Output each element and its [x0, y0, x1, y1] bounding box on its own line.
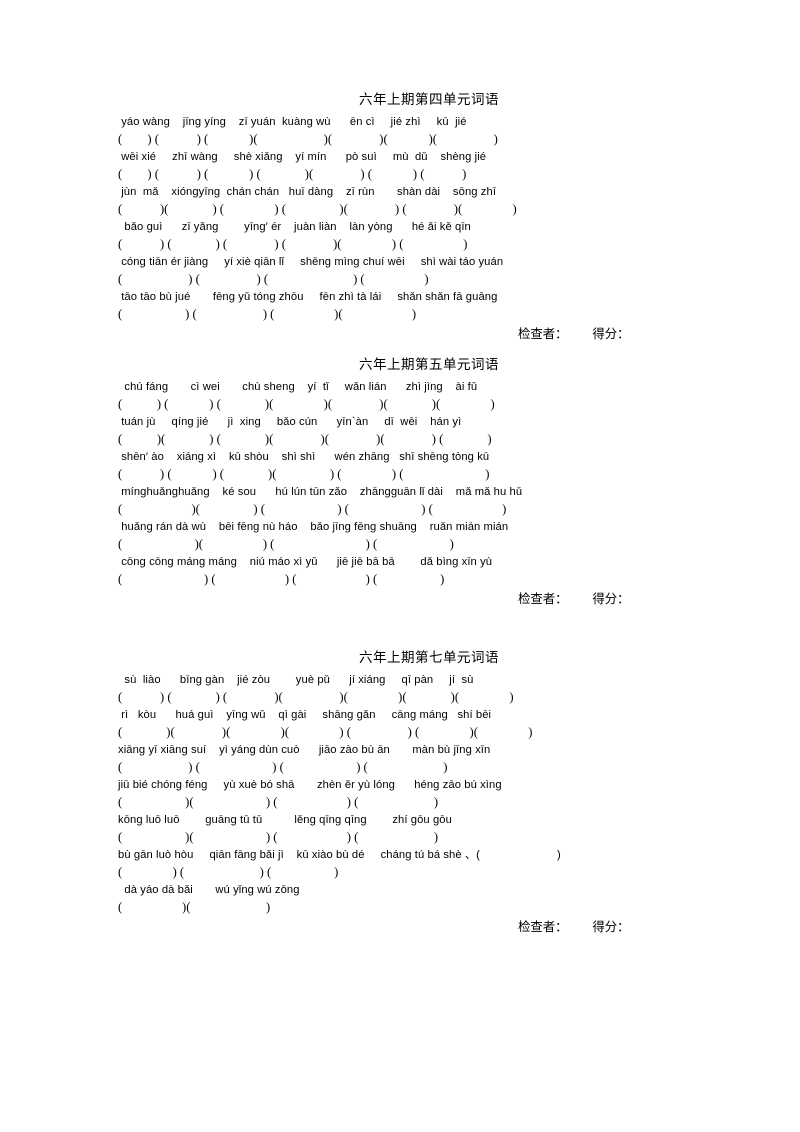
answer-blank-row[interactable]: ( ) ( ) ( )	[118, 864, 682, 883]
section-title: 六年上期第五单元词语	[359, 357, 499, 372]
pinyin-row: tāo tāo bù jué fēng yǔ tóng zhōu fēn zhì…	[118, 291, 498, 303]
sections-container: 六年上期第四单元词语 yáo wàng jīng yíng zī yuán ku…	[118, 88, 682, 974]
pinyin-row: shēn′ ào xiáng xì kū shòu shì shì wén zh…	[118, 451, 490, 463]
answer-blank-row[interactable]: ( ) ( ) ( )( ) ( ) ( )	[118, 466, 682, 485]
answer-blank-row[interactable]: ( )( ) ( ) ( )( ) ( )( )	[118, 201, 682, 220]
pinyin-row: chú fáng cì wei chù sheng yí tǐ wǎn lián…	[118, 381, 478, 393]
section-title: 六年上期第七单元词语	[359, 650, 499, 665]
checker-label: 检查者：	[518, 920, 568, 934]
answer-blank-row[interactable]: ( )( )( )( ) ( ) ( )( )	[118, 724, 682, 743]
pinyin-row: kōng luō luō guāng tū tū lěng qīng qīng …	[118, 814, 452, 826]
answer-blank-row[interactable]: ( )( ) ( ) ( )	[118, 794, 682, 813]
pinyin-row: tuán jù qíng jié jì xing bǎo cún yīn`àn …	[118, 416, 462, 428]
answer-blank-row[interactable]: ( ) ( ) ( ) ( )( ) ( ) ( )	[118, 166, 682, 185]
pinyin-row: bù gān luò hòu qiān fāng bǎi jì kū xiào …	[118, 849, 561, 861]
section-title: 六年上期第四单元词语	[359, 92, 499, 107]
pinyin-row: yáo wàng jīng yíng zī yuán kuàng wù ēn c…	[118, 116, 467, 128]
answer-blank-row[interactable]: ( ) ( ) ( ) ( )( ) ( )	[118, 236, 682, 255]
answer-blank-row[interactable]: ( )( ) ( )( )( )( ) ( )	[118, 431, 682, 450]
worksheet-page: 六年上期第四单元词语 yáo wàng jīng yíng zī yuán ku…	[0, 0, 800, 1132]
pinyin-row: huǎng rán dà wù bēi fēng nù háo bǎo jīng…	[118, 521, 509, 533]
answer-blank-row[interactable]: ( ) ( ) ( )( )( )( )( )	[118, 689, 682, 708]
pinyin-row: rì kòu huá guì yīng wǔ qì gài shāng gǎn …	[118, 709, 492, 721]
section-footer: 检查者： 得分：	[118, 590, 682, 612]
checker-label: 检查者：	[518, 327, 568, 341]
checker-blank[interactable]	[568, 592, 593, 606]
answer-blank-row[interactable]: ( ) ( ) ( ) ( )	[118, 571, 682, 590]
pinyin-row: sù liào bīng gàn jié zòu yuè pǔ jí xiáng…	[118, 674, 474, 686]
pinyin-row: xiāng yī xiāng suí yì yáng dùn cuò jiāo …	[118, 744, 491, 756]
vocabulary-section: 六年上期第四单元词语 yáo wàng jīng yíng zī yuán ku…	[118, 88, 682, 353]
answer-blank-row[interactable]: ( )( ) ( ) ( )	[118, 536, 682, 555]
pinyin-row: jiū bié chóng féng yù xuè bó shā zhèn ěr…	[118, 779, 502, 791]
pinyin-row: cóng tiān ér jiàng yí xiè qiān lǐ shēng …	[118, 256, 504, 268]
pinyin-row: jùn mǎ xióngyīng chán chán huī dàng zī r…	[118, 186, 497, 198]
score-blank[interactable]	[630, 592, 649, 606]
answer-blank-row[interactable]: ( ) ( ) ( )( )( )( )( )	[118, 396, 682, 415]
pinyin-row: bǎo guì zī yǎng yīng′ ér juàn liàn làn y…	[118, 221, 471, 233]
score-blank[interactable]	[630, 920, 649, 934]
score-label: 得分：	[592, 920, 630, 934]
answer-blank-row[interactable]: ( )( )	[118, 899, 682, 918]
answer-blank-row[interactable]: ( ) ( ) ( )( )( )( )( )	[118, 131, 682, 150]
pinyin-row: dà yáo dà bǎi wú yǐng wú zōng	[118, 884, 300, 896]
pinyin-row: cōng cōng máng máng niú máo xì yǔ jiē ji…	[118, 556, 493, 568]
section-footer: 检查者： 得分：	[118, 325, 682, 347]
answer-blank-row[interactable]: ( ) ( ) ( )( )	[118, 306, 682, 325]
answer-blank-row[interactable]: ( ) ( ) ( ) ( )	[118, 271, 682, 290]
pinyin-row: mínghuǎnghuǎng ké sou hú lún tūn zǎo zhā…	[118, 486, 523, 498]
answer-blank-row[interactable]: ( )( ) ( ) ( ) ( )	[118, 501, 682, 520]
vocabulary-section: 六年上期第五单元词语 chú fáng cì wei chù sheng yí …	[118, 353, 682, 646]
pinyin-row: wēi xié zhī wàng shè xiǎng yí mín pò suì…	[118, 151, 487, 163]
checker-blank[interactable]	[568, 327, 593, 341]
score-label: 得分：	[592, 327, 630, 341]
section-footer: 检查者： 得分：	[118, 918, 682, 940]
checker-blank[interactable]	[568, 920, 593, 934]
score-blank[interactable]	[630, 327, 649, 341]
answer-blank-row[interactable]: ( ) ( ) ( ) ( )	[118, 759, 682, 778]
vocabulary-section: 六年上期第七单元词语 sù liào bīng gàn jié zòu yuè …	[118, 646, 682, 974]
checker-label: 检查者：	[518, 592, 568, 606]
answer-blank-row[interactable]: ( )( ) ( ) ( )	[118, 829, 682, 848]
score-label: 得分：	[592, 592, 630, 606]
